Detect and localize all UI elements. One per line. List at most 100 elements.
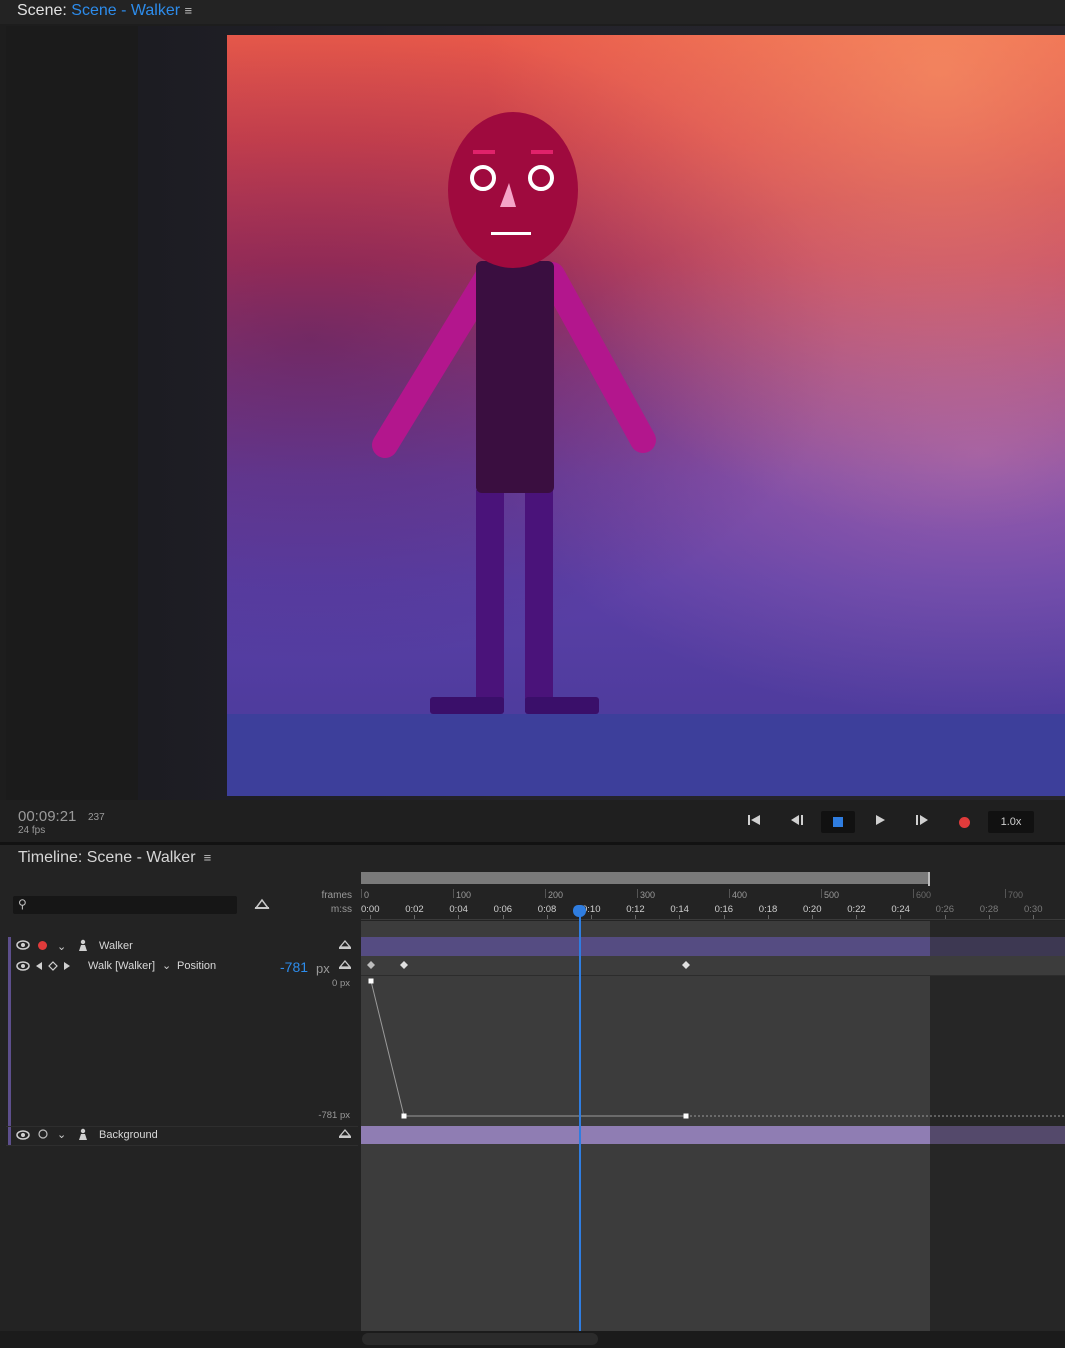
stop-icon [833,817,843,827]
left-eyebrow [473,150,495,154]
right-foot [525,697,599,714]
work-area-end-handle[interactable] [928,872,930,886]
puppet-person-icon [78,939,88,954]
time-tick-label: 0:08 [537,904,557,915]
layer-puppet-icon[interactable] [338,939,352,953]
scene-name-link[interactable]: Scene - Walker [71,2,180,19]
frame-tick-label: 0 [364,890,370,900]
frame-tick-label: 700 [1008,890,1024,900]
step-back-button[interactable] [786,812,808,832]
frame-tick [913,889,914,898]
behavior-name: Walk [Walker] [88,960,156,972]
layer-search-input[interactable] [13,896,237,914]
time-tick-label: 0:22 [847,904,866,915]
frame-tick [361,889,362,898]
eye-icon[interactable] [16,940,30,953]
playhead-handle[interactable] [573,905,586,917]
playhead-line[interactable] [579,906,581,1331]
add-keyframe-icon[interactable] [48,961,58,974]
scrollbar-thumb[interactable] [362,1333,598,1345]
right-arm [539,262,656,453]
scene-title-prefix: Scene: [17,2,67,19]
search-icon: ⚲ [18,897,27,911]
step-back-icon [791,815,803,825]
frame-number: 237 [88,812,105,823]
property-value[interactable]: -781 [280,959,308,975]
background-track-bar-outside [930,1126,1065,1144]
frame-tick-label: 400 [732,890,748,900]
frame-tick [637,889,638,898]
work-area-bar[interactable] [361,872,928,884]
frames-label: frames [321,890,352,901]
step-forward-button[interactable] [911,812,933,832]
eye-icon[interactable] [16,1130,30,1143]
time-tick-label: 0:00 [361,904,380,915]
hamburger-menu-icon[interactable]: ≡ [185,3,193,18]
frame-tick [453,889,454,898]
frame-tick-label: 300 [640,890,656,900]
right-leg [525,490,553,712]
chevron-down-icon[interactable]: ⌄ [57,1128,66,1141]
playback-speed-select[interactable]: 1.0x [988,811,1034,833]
time-tick-label: 0:16 [714,904,734,915]
walker-puppet[interactable] [227,35,1065,796]
previous-keyframe-icon[interactable] [35,961,43,974]
stage-canvas[interactable] [227,35,1065,796]
graph-point [683,1113,689,1119]
frame-tick-label: 500 [824,890,840,900]
puppet-filter-icon[interactable] [254,897,270,914]
chevron-down-icon[interactable]: ⌄ [162,959,171,972]
property-unit: px [316,961,330,976]
property-name: Position [177,960,217,972]
step-forward-icon [916,815,928,825]
graph-point [368,978,374,984]
chevron-down-icon[interactable]: ⌄ [57,940,66,953]
mss-label: m:ss [330,904,352,915]
frame-tick-label: 200 [548,890,564,900]
ruler-divider [361,919,1065,920]
time-tick-label: 0:12 [626,904,645,915]
right-eyebrow [531,150,553,154]
next-keyframe-icon[interactable] [63,961,71,974]
record-icon [958,817,970,828]
keyframe-diamond [400,961,408,969]
puppet-person-icon [78,1128,88,1143]
walker-track-bar-outside [930,937,1065,956]
time-tick-label: 0:20 [803,904,822,915]
arm-record-icon[interactable] [38,941,47,950]
position-graph[interactable] [361,956,1065,1126]
scene-panel-title: Scene: Scene - Walker ≡ [17,2,192,20]
left-foot [430,697,504,714]
stop-button[interactable] [821,811,855,833]
time-tick-label: 0:06 [493,904,513,915]
play-button[interactable] [869,812,891,832]
frame-tick [1005,889,1006,898]
frame-tick [545,889,546,898]
record-button[interactable] [953,812,975,832]
layer-puppet-icon[interactable] [338,1128,352,1142]
graph-point [401,1113,407,1119]
graph-range-top: 0 px [332,978,350,989]
puppet-icon [254,898,270,909]
go-to-start-icon [748,815,760,825]
layer-name-background[interactable]: Background [99,1129,158,1141]
frame-tick-label: 100 [456,890,472,900]
eye-icon[interactable] [16,961,30,974]
frame-tick-label: 600 [916,890,932,900]
play-icon [876,815,885,825]
go-to-start-button[interactable] [743,812,765,832]
property-puppet-icon[interactable] [338,959,352,973]
timeline-menu-icon[interactable]: ≡ [200,850,212,865]
torso [476,261,554,493]
transport-bar [0,800,1065,842]
head [448,112,578,268]
time-tick-label: 0:04 [449,904,468,915]
fps-label: 24 fps [18,825,46,836]
background-track-bar[interactable] [361,1126,930,1144]
layer-selection-indicator [8,937,11,1145]
left-arm [372,262,502,458]
layer-name-walker[interactable]: Walker [99,940,133,952]
frame-tick [821,889,822,898]
mouth [491,232,531,235]
arm-record-off-icon[interactable] [38,1129,48,1142]
